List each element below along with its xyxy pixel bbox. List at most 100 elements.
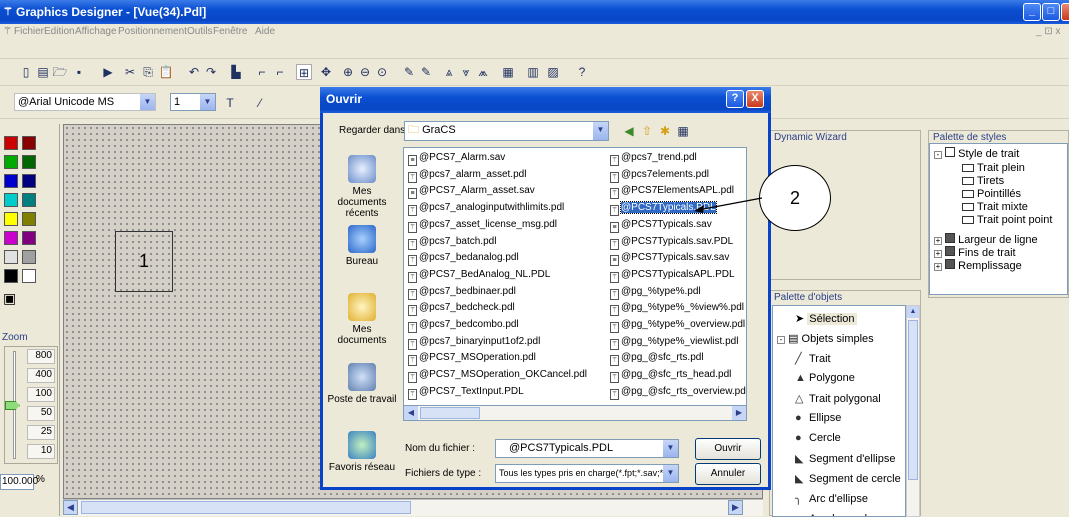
- file-item[interactable]: ⚚ @PCS7_MSOperation_OKCancel.pdl: [408, 367, 587, 384]
- cancel-button[interactable]: Annuler: [695, 463, 761, 485]
- file-item[interactable]: ⚚ @pcs7_trend.pdl: [610, 150, 697, 166]
- filename-input[interactable]: @PCS7Typicals.PDL ▼: [495, 439, 679, 458]
- object-vscroll[interactable]: ▲: [906, 305, 920, 517]
- object-scroll-thumb[interactable]: [908, 320, 918, 480]
- color-swatch[interactable]: [4, 193, 18, 207]
- scroll-thumb[interactable]: [81, 501, 411, 514]
- view-menu-icon[interactable]: ▦: [675, 123, 691, 139]
- wizard2-icon[interactable]: ✎: [418, 64, 434, 80]
- style-group[interactable]: + Largeur de ligne: [934, 233, 1038, 246]
- color-swatch[interactable]: [22, 250, 36, 264]
- scroll-right-icon[interactable]: ▶: [728, 500, 743, 515]
- menu-outils[interactable]: Outils: [187, 26, 213, 37]
- expand-icon[interactable]: +: [934, 250, 942, 258]
- style-root[interactable]: - Style de trait: [934, 147, 1019, 160]
- file-item[interactable]: ⚚ @PCS7TypicalsAPL.PDL: [610, 267, 735, 283]
- library2-icon[interactable]: ▨: [545, 64, 561, 80]
- file-list[interactable]: ≡ @PCS7_Alarm.sav ⚚ @pcs7_alarm_asset.pdl ≡ @…: [403, 147, 747, 419]
- filetype-select[interactable]: Tous les types pris en charge(*.fpt;*.sa…: [495, 464, 679, 483]
- zoom-level-800[interactable]: 800: [27, 349, 55, 364]
- file-item[interactable]: ⚚ @pg_%type%_%view%.pdl: [610, 300, 744, 317]
- zoom-level-100[interactable]: 100: [27, 387, 55, 402]
- object-item[interactable]: ╱ Trait: [795, 352, 831, 365]
- line-style-item[interactable]: Trait mixte: [962, 201, 1028, 213]
- menu-positionnement[interactable]: Positionnement: [118, 26, 187, 37]
- expand-icon[interactable]: +: [934, 263, 942, 271]
- new-icon[interactable]: ▯: [18, 64, 34, 80]
- zoom-level-400[interactable]: 400: [27, 368, 55, 383]
- menu-fichier[interactable]: Fichier: [14, 26, 44, 37]
- file-item[interactable]: ⚚ @pcs7_analoginputwithlimits.pdl: [408, 200, 564, 217]
- file-item[interactable]: ⚚ @pg_%type%_viewlist.pdl: [610, 334, 738, 350]
- color-swatch[interactable]: [4, 231, 18, 245]
- scroll-up-icon[interactable]: ▲: [907, 306, 919, 318]
- scroll-left-icon[interactable]: ◀: [404, 406, 418, 420]
- back-icon[interactable]: ◀: [621, 123, 637, 139]
- layers2-icon[interactable]: ⩔: [458, 64, 474, 80]
- color-swatch[interactable]: [22, 231, 36, 245]
- font-select[interactable]: @Arial Unicode MS ▼: [14, 93, 156, 111]
- object-item[interactable]: ▲ Polygone: [795, 372, 855, 384]
- object-item[interactable]: △ Trait polygonal: [795, 392, 881, 405]
- object-item[interactable]: ● Ellipse: [795, 412, 841, 424]
- file-item[interactable]: ⚚ @pg_%type%_overview.pdl: [610, 317, 745, 333]
- zoom-out-icon[interactable]: ⊖: [357, 64, 373, 80]
- zoom-slider-thumb[interactable]: [5, 401, 20, 410]
- copy-icon[interactable]: ⎘: [140, 64, 156, 80]
- file-item[interactable]: ≡ @PCS7_Alarm.sav: [408, 150, 505, 166]
- layers3-icon[interactable]: ⩕: [475, 64, 491, 80]
- new-doc-icon[interactable]: ▤: [35, 64, 51, 80]
- color-swatch[interactable]: [4, 155, 18, 169]
- font-size-select[interactable]: 1 ▼: [170, 93, 216, 111]
- close-button[interactable]: [1061, 3, 1069, 21]
- object-item[interactable]: ◣ Segment de cercle: [795, 472, 901, 485]
- menu-edition[interactable]: Edition: [44, 26, 75, 37]
- file-item[interactable]: ⚚ @PCS7_MSOperation.pdl: [408, 350, 536, 367]
- file-list-hscroll[interactable]: ◀ ▶: [403, 405, 747, 421]
- format2-icon[interactable]: ⌐: [272, 64, 288, 80]
- place-mydocs[interactable]: Mes documents: [327, 293, 397, 346]
- cut-icon[interactable]: ✂: [122, 64, 138, 80]
- paste-icon[interactable]: 📋: [158, 64, 174, 80]
- file-item[interactable]: ⚚ @pg_@sfc_rts_overview.pdl: [610, 384, 746, 400]
- line-style-item[interactable]: Tirets: [962, 175, 1004, 187]
- dialog-close-button[interactable]: X: [746, 90, 764, 108]
- color-swatch[interactable]: [22, 269, 36, 283]
- redo-icon[interactable]: ↷: [203, 64, 219, 80]
- color-swatch[interactable]: [4, 250, 18, 264]
- help-icon[interactable]: ?: [574, 64, 590, 80]
- color-swatch[interactable]: [4, 136, 18, 150]
- file-item[interactable]: ⚚ @pcs7_bedcheck.pdl: [408, 300, 515, 317]
- run-icon[interactable]: ▶: [100, 64, 116, 80]
- scroll-left-icon[interactable]: ◀: [63, 500, 78, 515]
- file-item[interactable]: ⚚ @pg_@sfc_rts.pdl: [610, 350, 704, 367]
- line-color-icon[interactable]: ⁄: [252, 95, 268, 111]
- style-group[interactable]: + Fins de trait: [934, 246, 1016, 259]
- color-swatch[interactable]: [4, 269, 18, 283]
- undo-icon[interactable]: ↶: [186, 64, 202, 80]
- menu-affichage[interactable]: Affichage: [75, 26, 117, 37]
- wizard-icon[interactable]: ✎: [401, 64, 417, 80]
- minimize-button[interactable]: _: [1023, 3, 1041, 21]
- library-icon[interactable]: ▥: [525, 64, 541, 80]
- place-desktop[interactable]: Bureau: [327, 225, 397, 267]
- file-item[interactable]: ⚚ @pcs7_binaryinput1of2.pdl: [408, 334, 540, 350]
- zoom-value-field[interactable]: 100.000: [0, 474, 38, 490]
- file-item[interactable]: ⚚ @pcs7_asset_license_msg.pdl: [408, 217, 557, 233]
- place-network[interactable]: Favoris réseau: [327, 431, 397, 473]
- menu-aide[interactable]: Aide: [255, 26, 275, 37]
- selection-tool[interactable]: ➤ Sélection: [795, 312, 857, 325]
- object-item[interactable]: ● Cercle: [795, 432, 841, 444]
- file-item[interactable]: ⚚ @PCS7Typicals.sav.PDL: [610, 234, 733, 250]
- chevron-down-icon[interactable]: ▼: [140, 94, 155, 110]
- file-item[interactable]: ⚚ @pcs7_bedcombo.pdl: [408, 317, 519, 333]
- properties-icon[interactable]: ▦: [500, 64, 516, 80]
- object-item[interactable]: ╮Arc de cercle: [795, 512, 873, 516]
- line-style-item[interactable]: Pointillés: [962, 188, 1021, 200]
- print-icon[interactable]: ▙: [228, 64, 244, 80]
- palette-icon[interactable]: ▣: [3, 290, 23, 306]
- zoom-in-icon[interactable]: ⊕: [340, 64, 356, 80]
- simple-objects-group[interactable]: - ▤ Objets simples: [777, 332, 874, 345]
- chevron-down-icon[interactable]: ▼: [663, 465, 678, 482]
- color-swatch[interactable]: [4, 212, 18, 226]
